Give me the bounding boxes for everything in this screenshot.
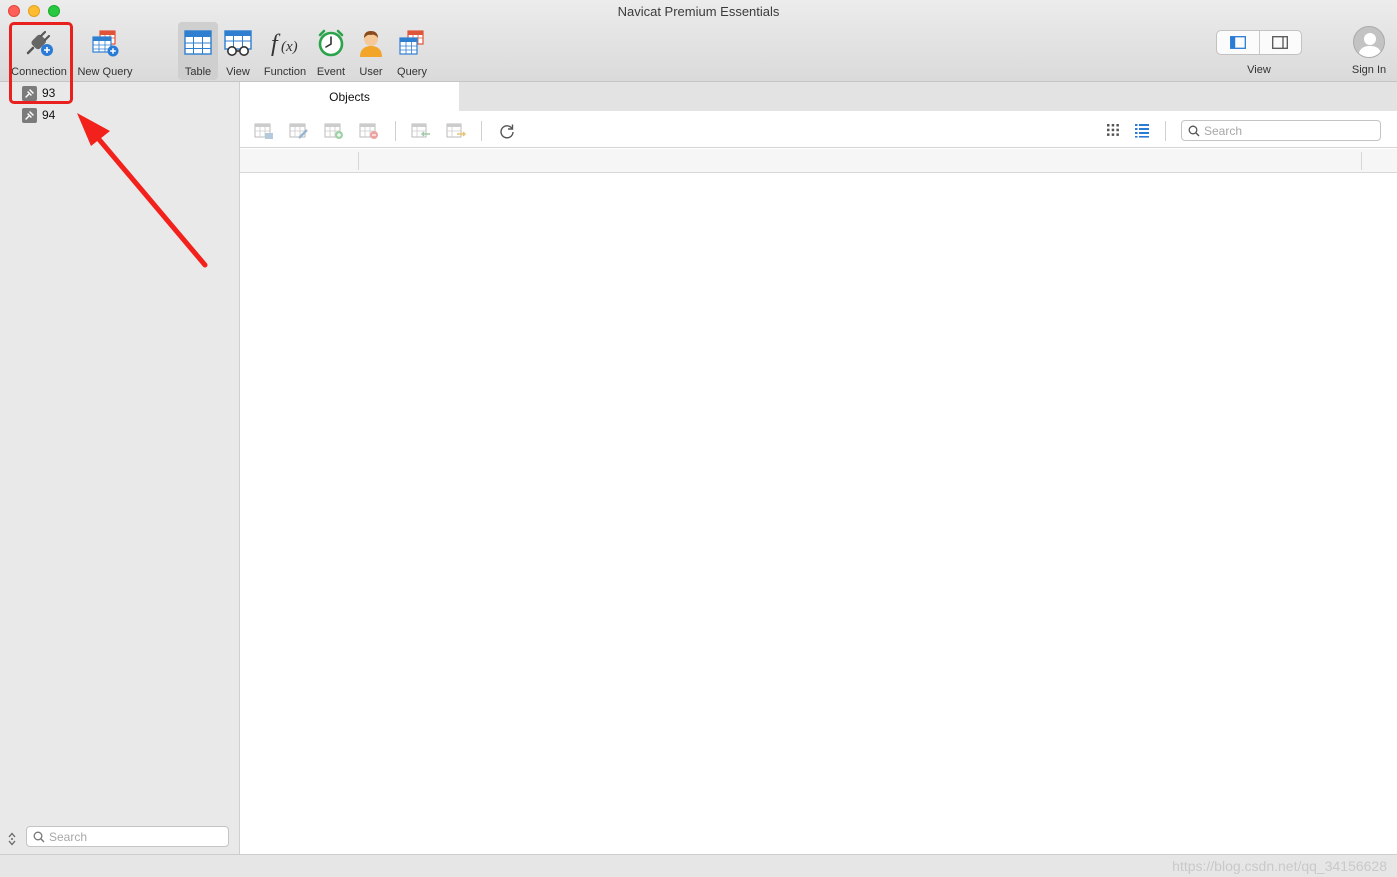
view-button[interactable]: View bbox=[219, 22, 257, 80]
import-wizard-icon[interactable] bbox=[411, 122, 431, 140]
sidebar-footer bbox=[0, 823, 239, 854]
search-icon bbox=[33, 831, 45, 846]
connection-button[interactable]: Connection bbox=[8, 22, 70, 80]
list-view-icon[interactable] bbox=[1134, 122, 1154, 140]
user-button[interactable]: User bbox=[352, 22, 390, 80]
new-query-button[interactable]: New Query bbox=[74, 22, 136, 80]
connection-label: 94 bbox=[42, 108, 56, 122]
toolbar-divider bbox=[481, 121, 482, 141]
event-button[interactable]: Event bbox=[312, 22, 350, 80]
svg-text:f: f bbox=[271, 31, 281, 57]
event-label: Event bbox=[316, 66, 346, 78]
function-button[interactable]: f (x) Function bbox=[258, 22, 312, 80]
main-panel: Objects bbox=[240, 82, 1397, 854]
delete-table-icon[interactable] bbox=[359, 122, 379, 140]
watermark: https://blog.csdn.net/qq_34156628 bbox=[1172, 858, 1387, 874]
column-divider[interactable] bbox=[358, 152, 359, 170]
open-table-icon[interactable] bbox=[254, 122, 274, 140]
objects-search-input[interactable] bbox=[1182, 121, 1380, 140]
connection-label: 93 bbox=[42, 86, 56, 100]
function-label: Function bbox=[263, 66, 307, 78]
toolbar-divider bbox=[1165, 121, 1166, 141]
sidebar: 93 94 bbox=[0, 82, 240, 854]
tab-strip: Objects bbox=[240, 82, 1397, 112]
refresh-icon[interactable] bbox=[498, 122, 518, 140]
objects-toolbar bbox=[240, 112, 1397, 148]
new-query-label: New Query bbox=[77, 66, 133, 78]
new-query-icon bbox=[85, 26, 125, 60]
tab-objects[interactable]: Objects bbox=[240, 82, 459, 112]
toolbar-divider bbox=[395, 121, 396, 141]
connection-item[interactable]: 93 bbox=[22, 84, 55, 102]
toolbar: Navicat Premium Essentials Connection Ne… bbox=[0, 0, 1397, 82]
connection-icon bbox=[22, 107, 37, 123]
avatar-icon bbox=[1353, 26, 1385, 58]
plug-icon bbox=[19, 26, 59, 60]
sign-in-button[interactable]: Sign In bbox=[1344, 26, 1394, 76]
query-label: Query bbox=[397, 66, 427, 78]
objects-list bbox=[240, 173, 1397, 854]
connection-item[interactable]: 94 bbox=[22, 106, 55, 124]
sort-updown-icon[interactable] bbox=[8, 832, 16, 849]
view-toggle bbox=[1216, 30, 1302, 55]
view-toggle-label: View bbox=[1247, 64, 1271, 76]
query-button[interactable]: Query bbox=[392, 22, 432, 80]
view-icon bbox=[218, 26, 258, 60]
connection-icon bbox=[22, 85, 37, 101]
export-wizard-icon[interactable] bbox=[446, 122, 466, 140]
svg-text:(x): (x) bbox=[281, 39, 298, 55]
left-panel-icon bbox=[1229, 36, 1246, 49]
show-sidebar-toggle[interactable] bbox=[1217, 31, 1260, 54]
connection-label: Connection bbox=[11, 66, 67, 78]
sidebar-search-input[interactable] bbox=[27, 827, 228, 846]
view-label: View bbox=[226, 66, 250, 78]
table-button[interactable]: Table bbox=[178, 22, 218, 80]
objects-search bbox=[1181, 120, 1381, 141]
grid-view-icon[interactable] bbox=[1105, 122, 1125, 140]
design-table-icon[interactable] bbox=[289, 122, 309, 140]
alarm-clock-icon bbox=[311, 26, 351, 60]
table-label: Table bbox=[184, 66, 212, 78]
window-title: Navicat Premium Essentials bbox=[617, 4, 780, 19]
status-bar: https://blog.csdn.net/qq_34156628 bbox=[0, 854, 1397, 877]
user-icon bbox=[351, 26, 391, 60]
function-icon: f (x) bbox=[265, 26, 305, 60]
search-icon bbox=[1188, 125, 1200, 140]
sidebar-search bbox=[26, 826, 229, 847]
query-icon bbox=[392, 26, 432, 60]
right-panel-icon bbox=[1272, 36, 1289, 49]
table-icon bbox=[178, 26, 218, 60]
show-info-pane-toggle[interactable] bbox=[1260, 31, 1302, 54]
user-label: User bbox=[359, 66, 383, 78]
sign-in-label: Sign In bbox=[1351, 64, 1387, 76]
column-divider[interactable] bbox=[1361, 152, 1362, 170]
objects-column-header bbox=[240, 149, 1397, 173]
new-table-icon[interactable] bbox=[324, 122, 344, 140]
